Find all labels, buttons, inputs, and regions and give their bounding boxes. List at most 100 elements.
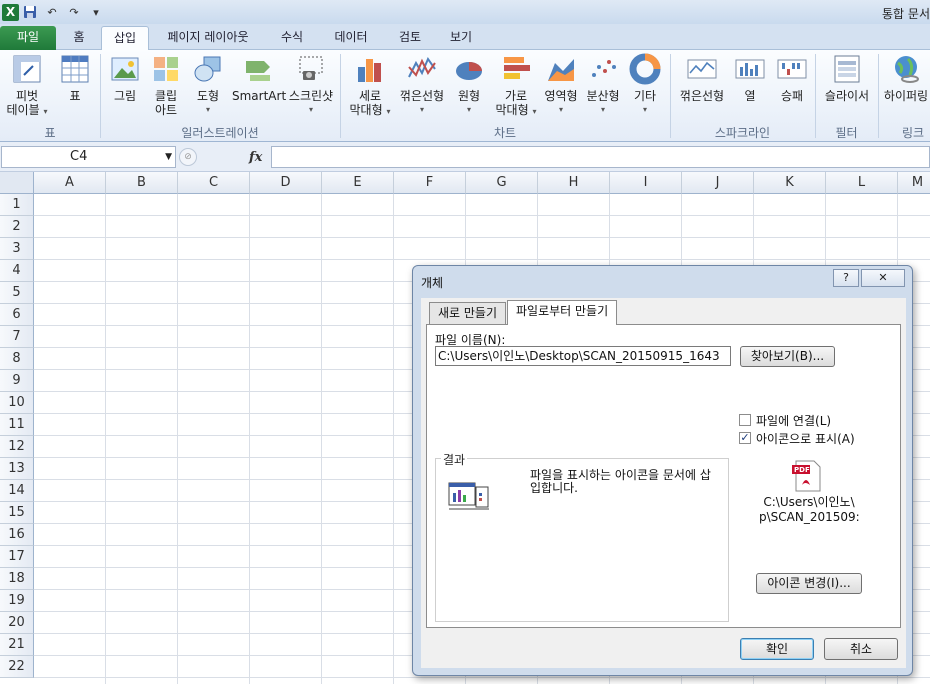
smartart-icon: [246, 61, 270, 81]
shapes-button[interactable]: 도형 ▾: [190, 53, 226, 117]
slicer-button[interactable]: 슬라이서: [820, 53, 874, 103]
tab-formulas[interactable]: 수식: [274, 26, 310, 50]
pivot-table-button[interactable]: 피벗 테이블 ▾: [5, 53, 49, 119]
table-icon: [61, 55, 89, 83]
file-name-input[interactable]: C:\Users\이인노\Desktop\SCAN_20150915_1643: [435, 346, 731, 366]
row-header-12[interactable]: 12: [0, 436, 34, 458]
row-header-9[interactable]: 9: [0, 370, 34, 392]
sparkline-column-label: 열: [744, 89, 756, 103]
line-chart-button[interactable]: 꺾은선형 ▾: [398, 53, 446, 117]
column-header-j[interactable]: J: [682, 172, 754, 194]
column-header-b[interactable]: B: [106, 172, 178, 194]
tab-insert[interactable]: 삽입: [101, 26, 149, 51]
change-icon-button[interactable]: 아이콘 변경(I)...: [756, 573, 862, 594]
row-header-14[interactable]: 14: [0, 480, 34, 502]
row-header-8[interactable]: 8: [0, 348, 34, 370]
link-to-file-checkbox[interactable]: [739, 414, 751, 426]
column-header-e[interactable]: E: [322, 172, 394, 194]
row-header-15[interactable]: 15: [0, 502, 34, 524]
sparkline-winloss-button[interactable]: 승패: [774, 53, 810, 103]
column-header-i[interactable]: I: [610, 172, 682, 194]
tab-view[interactable]: 보기: [443, 26, 479, 50]
row-header-21[interactable]: 21: [0, 634, 34, 656]
hyperlink-button[interactable]: 하이퍼링: [882, 53, 930, 103]
column-header-k[interactable]: K: [754, 172, 826, 194]
column-header-m[interactable]: M: [898, 172, 930, 194]
group-label-links: 링크: [901, 126, 925, 140]
column-header-g[interactable]: G: [466, 172, 538, 194]
other-charts-button[interactable]: 기타 ▾: [627, 53, 663, 117]
row-header-17[interactable]: 17: [0, 546, 34, 568]
screenshot-button[interactable]: 스크린샷 ▾: [286, 53, 336, 117]
display-as-icon-label[interactable]: 아이콘으로 표시(A): [756, 430, 855, 447]
pie-chart-button[interactable]: 원형 ▾: [452, 53, 486, 117]
tab-create-new[interactable]: 새로 만들기: [429, 302, 507, 324]
row-header-5[interactable]: 5: [0, 282, 34, 304]
name-box-dropdown-icon[interactable]: ▼: [165, 147, 172, 167]
ok-button[interactable]: 확인: [740, 638, 814, 660]
browse-button[interactable]: 찾아보기(B)...: [740, 346, 835, 367]
clipart-button[interactable]: 클립 아트: [148, 53, 184, 117]
help-button[interactable]: ?: [833, 269, 859, 287]
tab-review[interactable]: 검토: [392, 26, 428, 50]
formula-input[interactable]: [271, 146, 930, 168]
display-as-icon-checkbox[interactable]: ✓: [739, 432, 751, 444]
tab-create-from-file[interactable]: 파일로부터 만들기: [507, 300, 618, 325]
row-header-18[interactable]: 18: [0, 568, 34, 590]
row-header-6[interactable]: 6: [0, 304, 34, 326]
link-to-file-label[interactable]: 파일에 연결(L): [756, 412, 831, 429]
tab-home[interactable]: 홈: [64, 26, 94, 50]
tab-file[interactable]: 파일: [0, 26, 56, 50]
area-chart-button[interactable]: 영역형 ▾: [542, 53, 580, 117]
table-button[interactable]: 표: [58, 53, 92, 103]
sparkline-winloss-icon: [777, 59, 807, 79]
scatter-chart-button[interactable]: 분산형 ▾: [584, 53, 622, 117]
sparkline-column-button[interactable]: 열: [732, 53, 768, 103]
row-header-3[interactable]: 3: [0, 238, 34, 260]
cancel-button[interactable]: 취소: [824, 638, 898, 660]
row-header-20[interactable]: 20: [0, 612, 34, 634]
ribbon-insert: 피벗 테이블 ▾ 표 표 그림 클립 아트 도형 ▾ SmartArt 스크린샷…: [0, 50, 930, 142]
sparkline-line-button[interactable]: 꺾은선형: [676, 53, 728, 103]
dialog-title: 개체: [421, 276, 444, 290]
select-all-corner[interactable]: [0, 172, 34, 194]
undo-icon[interactable]: ↶: [43, 3, 61, 21]
column-header-l[interactable]: L: [826, 172, 898, 194]
picture-label: 그림: [113, 89, 137, 103]
name-box[interactable]: C4 ▼: [1, 146, 176, 168]
column-header-f[interactable]: F: [394, 172, 466, 194]
area-chart-label: 영역형: [544, 89, 578, 103]
close-button[interactable]: ✕: [861, 269, 905, 287]
column-header-d[interactable]: D: [250, 172, 322, 194]
column-header-c[interactable]: C: [178, 172, 250, 194]
row-header-11[interactable]: 11: [0, 414, 34, 436]
row-header-13[interactable]: 13: [0, 458, 34, 480]
row-header-10[interactable]: 10: [0, 392, 34, 414]
icon-caption-line-1: C:\Users\이인노\: [763, 495, 855, 509]
row-header-22[interactable]: 22: [0, 656, 34, 678]
clipart-label-1: 클립: [154, 89, 178, 103]
column-chart-icon: [358, 59, 381, 82]
tab-page-layout[interactable]: 페이지 레이아웃: [160, 26, 256, 50]
smartart-button[interactable]: SmartArt: [232, 53, 286, 103]
excel-logo-icon[interactable]: X: [2, 3, 19, 21]
save-icon[interactable]: [21, 3, 39, 21]
tab-data[interactable]: 데이터: [328, 26, 374, 50]
row-header-2[interactable]: 2: [0, 216, 34, 238]
customize-qat-icon[interactable]: ▾: [87, 3, 105, 21]
row-header-7[interactable]: 7: [0, 326, 34, 348]
row-header-4[interactable]: 4: [0, 260, 34, 282]
group-label-sparklines: 스파크라인: [714, 126, 771, 140]
insert-function-icon[interactable]: fx: [249, 150, 262, 165]
ribbon-tab-bar: 파일 홈 삽입 페이지 레이아웃 수식 데이터 검토 보기: [0, 24, 930, 51]
row-header-19[interactable]: 19: [0, 590, 34, 612]
redo-icon[interactable]: ↷: [65, 3, 83, 21]
picture-button[interactable]: 그림: [107, 53, 143, 103]
row-header-16[interactable]: 16: [0, 524, 34, 546]
group-label-illustrations: 일러스트레이션: [181, 126, 259, 140]
bar-chart-button[interactable]: 가로 막대형 ▾: [491, 53, 541, 119]
column-header-h[interactable]: H: [538, 172, 610, 194]
row-header-1[interactable]: 1: [0, 194, 34, 216]
column-chart-button[interactable]: 세로 막대형 ▾: [345, 53, 395, 119]
column-header-a[interactable]: A: [34, 172, 106, 194]
